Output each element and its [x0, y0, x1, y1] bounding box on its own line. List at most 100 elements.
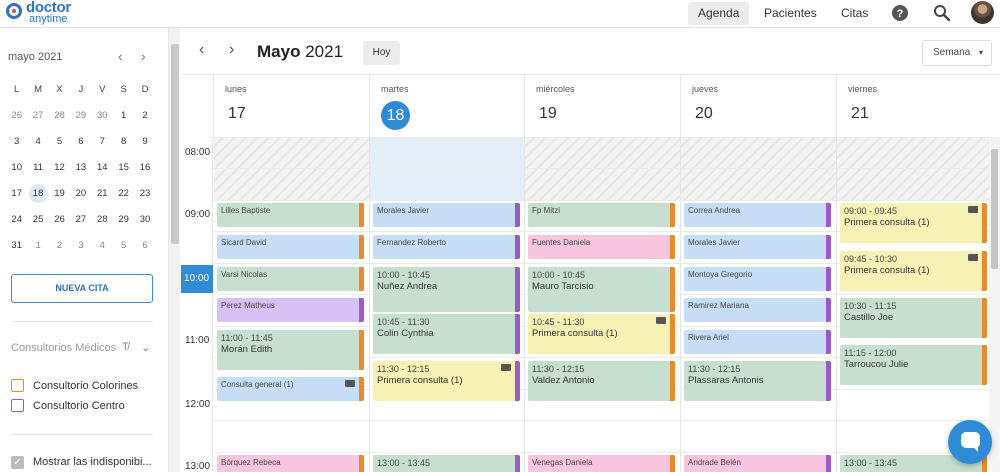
- appointment-card[interactable]: 11:30 - 12:15 Plassaras Antonis: [684, 361, 831, 401]
- mini-day-cell[interactable]: 22: [113, 188, 134, 199]
- mini-day-cell[interactable]: 21: [92, 188, 113, 199]
- appointment-card[interactable]: Morales Javier: [373, 203, 520, 227]
- appointment-card[interactable]: Rivera Ariel: [684, 330, 831, 354]
- appointment-card[interactable]: 11:30 - 12:15 Valdez Antonio: [528, 361, 675, 401]
- appointment-card[interactable]: Fuentes Daniela: [528, 235, 675, 259]
- mini-day-cell[interactable]: 28: [92, 214, 113, 225]
- appointment-card[interactable]: 09:45 - 10:30 Primera consulta (1): [840, 251, 987, 291]
- mini-day-cell[interactable]: 24: [6, 214, 27, 225]
- appointment-card[interactable]: Ramirez Mariana: [684, 298, 831, 322]
- mini-day-cell[interactable]: 26: [49, 214, 70, 225]
- mini-day-cell[interactable]: 19: [49, 188, 70, 199]
- mini-day-cell[interactable]: 1: [113, 110, 134, 121]
- help-icon[interactable]: ?: [891, 4, 909, 22]
- mini-day-cell[interactable]: 7: [92, 136, 113, 147]
- office-checkbox[interactable]: [11, 379, 24, 392]
- nav-citas[interactable]: Citas: [831, 2, 878, 25]
- day-header[interactable]: martes 18: [369, 75, 524, 137]
- appointment-card[interactable]: 10:00 - 10:45 Nuñez Andrea: [373, 267, 520, 312]
- mini-day-cell[interactable]: 18: [27, 183, 48, 203]
- appointment-card[interactable]: 13:00 - 13:45: [373, 455, 520, 472]
- mini-day-cell[interactable]: 20: [70, 188, 91, 199]
- appointment-card[interactable]: 09:00 - 09:45 Primera consulta (1): [840, 203, 987, 243]
- search-icon[interactable]: [933, 4, 951, 22]
- mini-day-cell[interactable]: 1: [27, 240, 48, 251]
- mini-day-cell[interactable]: 2: [49, 240, 70, 251]
- mini-day-cell[interactable]: 3: [70, 240, 91, 251]
- appointment-card[interactable]: 10:00 - 10:45 Mauro Tarcisio: [528, 267, 675, 312]
- mini-day-cell[interactable]: 12: [49, 162, 70, 173]
- appointment-card[interactable]: Morales Javier: [684, 235, 831, 259]
- mini-day-cell[interactable]: 29: [113, 214, 134, 225]
- mini-day-cell[interactable]: 5: [113, 240, 134, 251]
- appointment-card[interactable]: 11:00 - 11:45 Morán Edith: [217, 330, 364, 370]
- mini-day-cell[interactable]: 13: [70, 162, 91, 173]
- mini-day-cell[interactable]: 4: [92, 240, 113, 251]
- appointment-card[interactable]: Venegas Daniela: [528, 455, 675, 472]
- chat-button[interactable]: [948, 420, 992, 464]
- mini-day-cell[interactable]: 14: [92, 162, 113, 173]
- grid-scrollbar[interactable]: [989, 137, 1000, 472]
- sidebar-scrollbar[interactable]: [168, 28, 180, 472]
- next-week-icon[interactable]: ›: [229, 41, 234, 59]
- appointment-card[interactable]: 11:30 - 12:15 Primera consulta (1): [373, 361, 520, 401]
- mini-day-cell[interactable]: 5: [49, 136, 70, 147]
- mini-day-cell[interactable]: 26: [6, 110, 27, 121]
- mini-day-cell[interactable]: 6: [134, 240, 155, 251]
- mini-day-cell[interactable]: 25: [27, 214, 48, 225]
- day-header[interactable]: lunes 17: [213, 75, 369, 137]
- appointment-card[interactable]: Consulta general (1): [217, 377, 364, 401]
- appointment-card[interactable]: Fernandez Roberto: [373, 235, 520, 259]
- appointment-card[interactable]: Andrade Belén: [684, 455, 831, 472]
- mini-next-icon[interactable]: ›: [141, 48, 146, 64]
- appointment-card[interactable]: Bórquez Rebeca: [217, 455, 364, 472]
- appointment-card[interactable]: Correa Andrea: [684, 203, 831, 227]
- appointment-card[interactable]: 10:45 - 11:30 Primera consulta (1): [528, 314, 675, 354]
- mini-day-cell[interactable]: 3: [6, 136, 27, 147]
- mini-day-cell[interactable]: 27: [70, 214, 91, 225]
- office-checkbox[interactable]: [11, 399, 24, 412]
- user-avatar[interactable]: [971, 1, 994, 24]
- day-header[interactable]: viernes 21: [836, 75, 1000, 137]
- appointment-card[interactable]: Montoya Gregorio: [684, 267, 831, 291]
- new-appointment-button[interactable]: NUEVA CITA: [11, 274, 153, 303]
- checkbox-checked-icon[interactable]: ✓: [11, 456, 24, 469]
- mini-day-cell[interactable]: 6: [70, 136, 91, 147]
- day-header[interactable]: miércoles 19: [524, 75, 680, 137]
- appointment-card[interactable]: Perez Matheus: [217, 298, 364, 322]
- appointment-card[interactable]: Fp Mitzi: [528, 203, 675, 227]
- mini-day-cell[interactable]: 30: [134, 214, 155, 225]
- appointment-card[interactable]: Sicard David: [217, 235, 364, 259]
- mini-day-cell[interactable]: 28: [49, 110, 70, 121]
- nav-agenda[interactable]: Agenda: [688, 2, 750, 25]
- mini-day-cell[interactable]: 30: [92, 110, 113, 121]
- mini-day-cell[interactable]: 11: [27, 162, 48, 173]
- appointment-card[interactable]: 10:30 - 11:15 Castillo Joe: [840, 298, 987, 338]
- mini-day-cell[interactable]: 15: [113, 162, 134, 173]
- appointment-card[interactable]: 11:15 - 12:00 Tarroucou Julie: [840, 345, 987, 385]
- mini-day-cell[interactable]: 29: [70, 110, 91, 121]
- sidebar-scroll-thumb[interactable]: [171, 44, 179, 244]
- appointment-card[interactable]: 10:45 - 11:30 Colin Cynthia: [373, 314, 520, 354]
- mini-day-cell[interactable]: 10: [6, 162, 27, 173]
- mini-day-cell[interactable]: 8: [113, 136, 134, 147]
- day-header[interactable]: jueves 20: [680, 75, 836, 137]
- mini-day-cell[interactable]: 27: [27, 110, 48, 121]
- clear-filter-icon[interactable]: T̸: [122, 341, 129, 353]
- mini-day-cell[interactable]: 31: [6, 240, 27, 251]
- grid-scroll-thumb[interactable]: [991, 149, 998, 269]
- mini-day-cell[interactable]: 23: [134, 188, 155, 199]
- mini-prev-icon[interactable]: ‹: [118, 48, 123, 64]
- appointment-card[interactable]: Varsi Nicolas: [217, 267, 364, 291]
- chevron-down-icon[interactable]: ⌄: [141, 341, 150, 354]
- mini-day-cell[interactable]: 9: [134, 136, 155, 147]
- mini-day-cell[interactable]: 2: [134, 110, 155, 121]
- mini-day-cell[interactable]: 17: [6, 188, 27, 199]
- mini-day-cell[interactable]: 16: [134, 162, 155, 173]
- mini-day-cell[interactable]: 4: [27, 136, 48, 147]
- prev-week-icon[interactable]: ‹: [199, 41, 204, 59]
- appointment-card[interactable]: Lilles Baptiste: [217, 203, 364, 227]
- view-select[interactable]: Semana ▾: [922, 40, 992, 66]
- nav-pacientes[interactable]: Pacientes: [754, 2, 827, 25]
- today-button[interactable]: Hoy: [363, 41, 400, 65]
